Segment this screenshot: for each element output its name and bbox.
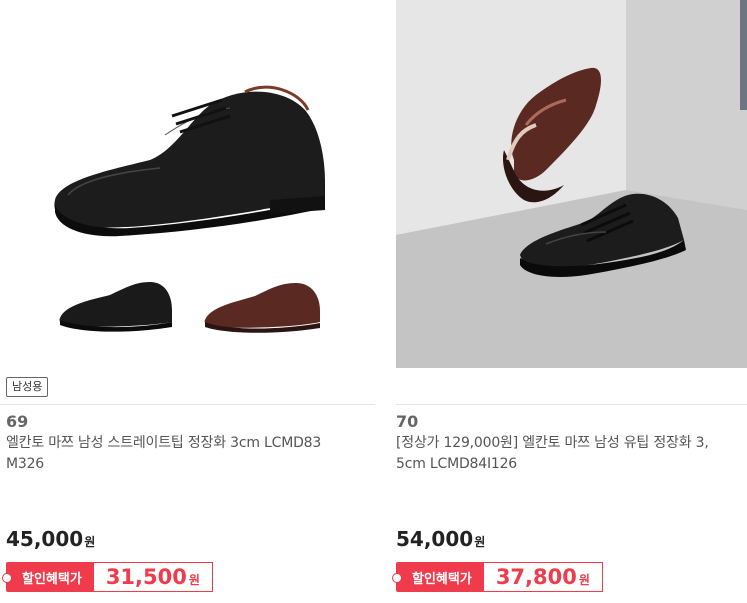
- product-card-69[interactable]: 남성용 69 엘칸토 마쯔 남성 스트레이트팁 정장화 3cm LCMD83 M…: [0, 0, 375, 603]
- price-value: 45,000: [6, 527, 84, 551]
- product-price: 54,000원: [396, 527, 485, 551]
- product-title[interactable]: [정상가 129,000원] 엘칸토 마쯔 남성 유팁 정장화 3, 5cm L…: [396, 433, 747, 475]
- divider: [396, 404, 747, 405]
- benefit-price-badge: 할인혜택가 31,500 원: [2, 562, 213, 592]
- benefit-label: 할인혜택가: [392, 562, 484, 592]
- benefit-unit: 원: [578, 572, 590, 587]
- benefit-value: 31,500 원: [93, 562, 213, 592]
- product-title-line1[interactable]: [정상가 129,000원] 엘칸토 마쯔 남성 유팁 정장화 3,: [396, 435, 709, 451]
- benefit-unit: 원: [188, 572, 200, 587]
- moc-toe-shoes-image: [396, 0, 747, 368]
- product-card-70[interactable]: 70 [정상가 129,000원] 엘칸토 마쯔 남성 유팁 정장화 3, 5c…: [392, 0, 747, 603]
- product-tag: 남성용: [6, 377, 49, 397]
- benefit-price: 37,800: [495, 565, 577, 589]
- product-image[interactable]: [396, 0, 747, 368]
- benefit-price: 31,500: [105, 565, 187, 589]
- benefit-label: 할인혜택가: [2, 562, 94, 592]
- product-title-line2[interactable]: M326: [6, 456, 44, 472]
- product-number: 70: [396, 412, 419, 431]
- product-title-line1[interactable]: 엘칸토 마쯔 남성 스트레이트팁 정장화 3cm LCMD83: [6, 435, 321, 451]
- product-price: 45,000원: [6, 527, 95, 551]
- product-title-line2[interactable]: 5cm LCMD84I126: [396, 456, 517, 472]
- dot-icon: [2, 573, 12, 583]
- benefit-value: 37,800 원: [483, 562, 603, 592]
- product-image[interactable]: [0, 0, 372, 368]
- product-number: 69: [6, 412, 29, 431]
- black-cap-toe-shoe-image: [54, 85, 325, 333]
- price-unit: 원: [474, 535, 486, 549]
- price-value: 54,000: [396, 527, 474, 551]
- price-unit: 원: [84, 535, 96, 549]
- benefit-label-text: 할인혜택가: [412, 571, 472, 587]
- product-title[interactable]: 엘칸토 마쯔 남성 스트레이트팁 정장화 3cm LCMD83 M326: [6, 433, 356, 475]
- benefit-label-text: 할인혜택가: [22, 571, 82, 587]
- divider: [0, 404, 375, 405]
- benefit-price-badge: 할인혜택가 37,800 원: [392, 562, 603, 592]
- dot-icon: [392, 573, 402, 583]
